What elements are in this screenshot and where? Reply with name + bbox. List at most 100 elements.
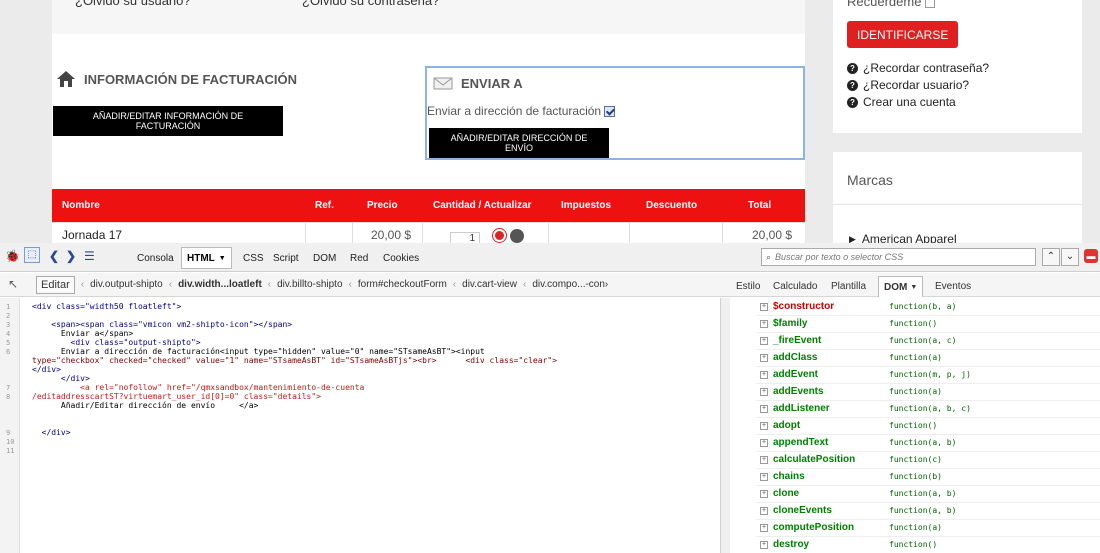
back-icon[interactable]: ❮ [49, 249, 59, 263]
expand-icon[interactable]: + [760, 456, 768, 464]
tab-css[interactable]: CSS [243, 253, 264, 264]
tab-layout[interactable]: Plantilla [831, 281, 866, 292]
product-total: 20,00 $ [752, 228, 793, 242]
breadcrumb-item[interactable]: form#checkoutForm [358, 279, 447, 290]
dom-member-row[interactable]: + addEvents function(a) [756, 384, 1100, 401]
chevron-down-icon: ▼ [218, 254, 226, 262]
tab-dom[interactable]: DOM [313, 253, 336, 264]
edit-shipto-button[interactable]: AÑADIR/EDITAR DIRECCIÓN DE ENVÍO [429, 128, 609, 158]
close-icon[interactable]: ▬ [1084, 249, 1098, 263]
expand-icon[interactable]: + [760, 320, 768, 328]
dom-member-value: function(b) [889, 472, 942, 481]
pointer-icon[interactable]: ↖ [8, 277, 18, 291]
expand-icon[interactable]: + [760, 524, 768, 532]
tab-computed[interactable]: Calculado [773, 281, 817, 292]
code-line: Enviar a</span> [32, 329, 134, 338]
html-source-pane[interactable]: 1 2 3 4 5 6 7 8 9 10 11 <div class="widt… [0, 298, 720, 553]
dom-member-name: computePosition [773, 522, 855, 533]
tab-html[interactable]: HTML ▼ [181, 247, 232, 269]
expand-icon[interactable]: + [760, 354, 768, 362]
expand-icon[interactable]: + [760, 405, 768, 413]
question-icon: ? [847, 96, 858, 108]
product-name[interactable]: Jornada 17 [62, 228, 122, 242]
edit-button[interactable]: Editar [36, 275, 75, 294]
dom-member-name: _fireEvent [773, 335, 822, 346]
shipto-box: ENVIAR A Enviar a dirección de facturaci… [425, 66, 805, 160]
dom-member-row[interactable]: + $constructor function(b, a) [756, 299, 1100, 316]
expand-icon[interactable]: + [760, 507, 768, 515]
expand-icon[interactable]: + [760, 388, 768, 396]
breadcrumb-item[interactable]: div.cart-view [462, 279, 517, 290]
dom-member-value: function(b, a) [889, 302, 957, 311]
billing-title-text: INFORMACIÓN DE FACTURACIÓN [84, 71, 298, 87]
forgot-password-link[interactable]: ¿Olvidó su contraseña? [302, 0, 439, 8]
dom-member-name: $family [773, 318, 808, 329]
dom-member-value: function() [889, 540, 938, 549]
quantity-input[interactable]: 1 [450, 232, 480, 243]
search-prev-button[interactable]: ⌃ [1042, 248, 1060, 266]
dom-member-row[interactable]: + addEvent function(m, p, j) [756, 367, 1100, 384]
dom-member-name: addClass [773, 352, 818, 363]
edit-billing-button[interactable]: AÑADIR/EDITAR INFORMACIÓN DE FACTURACIÓN [53, 106, 283, 136]
same-as-billing-checkbox[interactable] [604, 105, 616, 117]
tab-events[interactable]: Eventos [935, 281, 971, 292]
inspect-icon[interactable]: ⬚ [24, 247, 40, 263]
tab-cookies[interactable]: Cookies [383, 253, 419, 264]
search-input[interactable]: ⌕ Buscar por texto o selector CSS [761, 248, 1036, 266]
dom-member-row[interactable]: + destroy function() [756, 537, 1100, 553]
expand-icon[interactable]: + [760, 439, 768, 447]
dom-member-row[interactable]: + computePosition function(a) [756, 520, 1100, 537]
login-strip: ¿Olvidó su usuario? ¿Olvidó su contraseñ… [52, 0, 805, 34]
dom-member-row[interactable]: + clone function(a, b) [756, 486, 1100, 503]
list-icon[interactable]: ☰ [84, 249, 95, 263]
expand-icon[interactable]: + [760, 371, 768, 379]
login-button[interactable]: IDENTIFICARSE [847, 21, 959, 48]
expand-icon[interactable]: + [760, 473, 768, 481]
forgot-username-link[interactable]: ¿Olvidó su usuario? [75, 0, 191, 8]
firebug-icon[interactable]: 🐞 [5, 249, 20, 263]
tab-style[interactable]: Estilo [736, 281, 760, 292]
search-icon: ⌕ [766, 251, 772, 262]
tab-console[interactable]: Consola [137, 253, 174, 264]
dom-member-name: calculatePosition [773, 454, 856, 465]
dom-member-row[interactable]: + addClass function(a) [756, 350, 1100, 367]
cart-table-header: Nombre Ref. Precio Cantidad / Actualizar… [52, 189, 805, 222]
divider [833, 204, 1082, 205]
search-next-button[interactable]: ⌄ [1061, 248, 1079, 266]
col-total: Total [748, 200, 772, 211]
breadcrumb-item[interactable]: div.billto-shipto [277, 279, 342, 290]
expand-icon[interactable]: + [760, 337, 768, 345]
dom-member-row[interactable]: + cloneEvents function(a, b) [756, 503, 1100, 520]
dom-member-value: function(a) [889, 353, 942, 362]
brand-link[interactable]: ▶ American Apparel [849, 232, 957, 243]
expand-icon[interactable]: + [760, 422, 768, 430]
chevron-down-icon: ▼ [910, 283, 918, 291]
panel-splitter[interactable] [720, 298, 730, 553]
remember-me-checkbox[interactable] [925, 0, 936, 8]
refresh-icon[interactable] [510, 229, 524, 243]
remember-username-link[interactable]: ? ¿Recordar usuario? [847, 78, 969, 92]
dom-member-row[interactable]: + adopt function() [756, 418, 1100, 435]
dom-member-row[interactable]: + chains function(b) [756, 469, 1100, 486]
dom-member-row[interactable]: + calculatePosition function(c) [756, 452, 1100, 469]
dom-member-row[interactable]: + _fireEvent function(a, c) [756, 333, 1100, 350]
expand-icon[interactable]: + [760, 541, 768, 549]
tab-net[interactable]: Red [350, 253, 368, 264]
expand-icon[interactable]: + [760, 490, 768, 498]
remember-password-link[interactable]: ? ¿Recordar contraseña? [847, 61, 989, 75]
dom-member-row[interactable]: + $family function() [756, 316, 1100, 333]
tab-dom-side[interactable]: DOM ▼ [878, 276, 924, 297]
breadcrumb: ↖ Editar ‹ div.output-shipto ‹ div.width..… [0, 273, 730, 297]
dom-member-row[interactable]: + addListener function(a, b, c) [756, 401, 1100, 418]
remove-icon[interactable] [493, 229, 506, 242]
code-line: /editaddresscartST?virtuemart_user_id[0]… [32, 392, 321, 401]
dom-member-row[interactable]: + appendText function(a, b) [756, 435, 1100, 452]
home-icon [57, 71, 75, 87]
breadcrumb-item[interactable]: div.width...loatleft [178, 279, 262, 290]
tab-script[interactable]: Script [273, 253, 299, 264]
forward-icon[interactable]: ❯ [66, 249, 76, 263]
breadcrumb-item[interactable]: div.compo...-con› [532, 279, 608, 290]
create-account-link[interactable]: ? Crear una cuenta [847, 95, 956, 109]
breadcrumb-item[interactable]: div.output-shipto [90, 279, 163, 290]
expand-icon[interactable]: + [760, 303, 768, 311]
